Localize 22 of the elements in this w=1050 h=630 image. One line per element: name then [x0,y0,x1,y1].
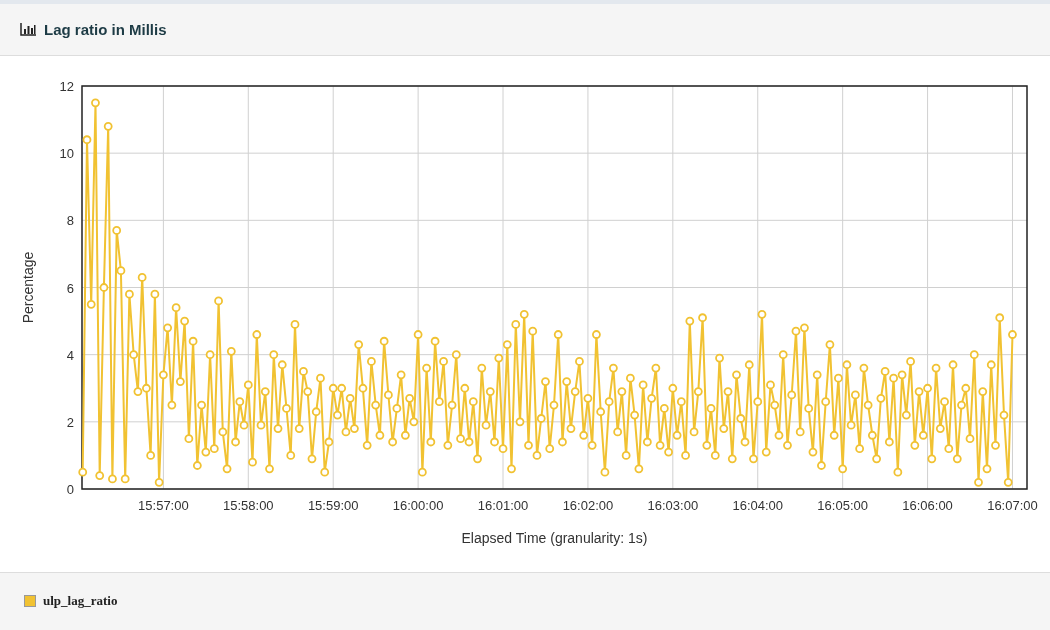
y-tick-label: 10 [59,146,74,162]
legend-label: ulp_lag_ratio [43,593,118,609]
y-axis-title: Percentage [20,251,36,324]
y-tick-label: 4 [66,347,74,363]
x-tick-label: 15:59:00 [307,498,359,513]
x-tick-label: 16:02:00 [562,498,614,513]
x-tick-label: 16:00:00 [392,498,444,513]
x-tick-label: 15:57:00 [138,498,189,513]
panel-title: Lag ratio in Millis [44,21,167,38]
x-tick-label: 16:01:00 [477,498,529,513]
y-tick-label: 0 [66,482,74,497]
y-tick-label: 8 [66,213,74,229]
x-tick-label: 16:05:00 [817,498,868,513]
x-tick-label: 16:06:00 [902,498,953,513]
x-tick-label: 15:58:00 [223,498,274,513]
x-tick-label: 16:03:00 [647,498,699,513]
x-tick-label: 16:07:00 [987,498,1038,513]
x-axis-title: Elapsed Time (granularity: 1s) [461,530,648,546]
y-tick-label: 12 [59,79,74,94]
y-tick-label: 2 [66,414,74,430]
x-tick-label: 16:04:00 [732,498,784,513]
y-tick-label: 6 [66,280,74,296]
